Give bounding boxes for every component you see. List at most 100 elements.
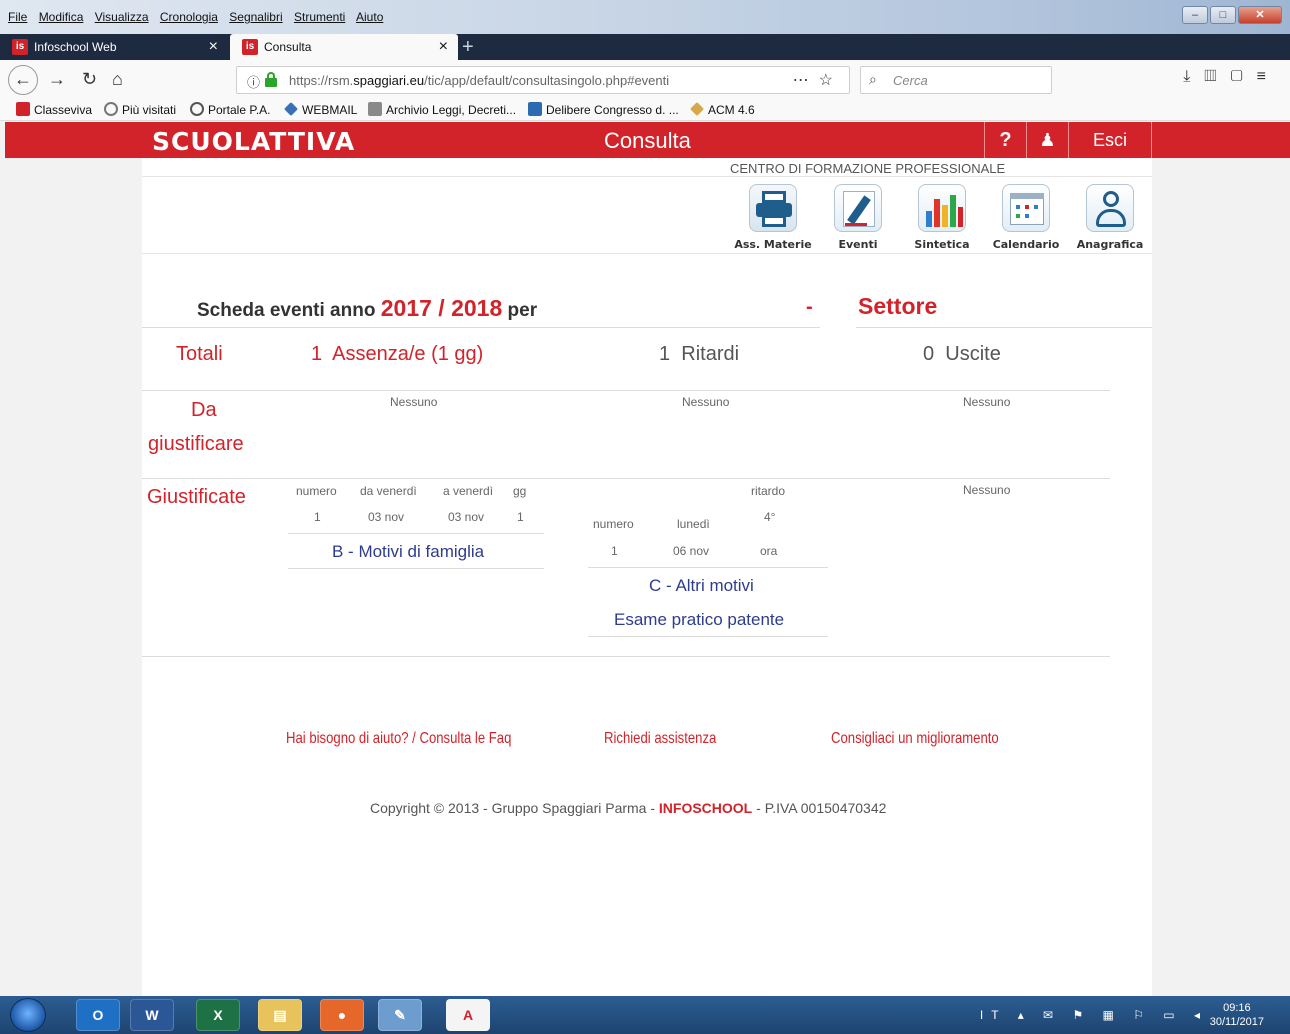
assistenza-link[interactable]: Richiedi assistenza: [604, 730, 716, 748]
archive-icon: [368, 102, 382, 116]
divider: [588, 636, 828, 637]
clock[interactable]: 09:16 30/11/2017: [1210, 1001, 1264, 1029]
anagrafica-button[interactable]: Anagrafica: [1070, 184, 1150, 251]
tab-infoschool[interactable]: is Infoschool Web ×: [0, 34, 228, 60]
bookmark-piu-visitati[interactable]: Più visitati: [104, 102, 176, 117]
assenze-cell-a: 03 nov: [448, 510, 485, 524]
da-giustificare-uscite: Nessuno: [963, 395, 1011, 409]
divider: [142, 176, 1152, 177]
search-input[interactable]: ⌕ Cerca: [860, 66, 1052, 94]
menu-modifica[interactable]: Modifica: [39, 10, 84, 24]
infoschool-logo-icon: is: [12, 39, 28, 55]
tab-close-icon[interactable]: ×: [209, 38, 218, 56]
user-icon[interactable]: ♟: [1026, 122, 1068, 158]
tab-consulta[interactable]: is Consulta ×: [230, 34, 458, 60]
menu-segnalibri[interactable]: Segnalibri: [229, 10, 282, 24]
delibere-icon: [528, 102, 542, 116]
home-icon[interactable]: ⌂: [112, 69, 123, 90]
ritardi-header-ora-num: 4°: [764, 510, 776, 524]
bookmark-archivio-leggi[interactable]: Archivio Leggi, Decreti...: [368, 102, 516, 117]
assenze-header-gg: gg: [513, 484, 527, 498]
pen-icon: [834, 184, 882, 232]
tab-label: Consulta: [264, 40, 312, 54]
menu-strumenti[interactable]: Strumenti: [294, 10, 345, 24]
help-button[interactable]: ?: [984, 122, 1026, 158]
outlook-icon[interactable]: O: [76, 999, 120, 1031]
menu-list: File Modifica Visualizza Cronologia Segn…: [8, 10, 391, 24]
assenze-motivo: B - Motivi di famiglia: [332, 542, 485, 561]
bookmark-delibere[interactable]: Delibere Congresso d. ...: [528, 102, 679, 117]
divider: [142, 390, 1110, 391]
back-arrow-icon[interactable]: ←: [8, 65, 38, 95]
bookmark-classeviva[interactable]: Classeviva: [16, 102, 92, 117]
reload-icon[interactable]: ↻: [82, 69, 97, 90]
calendar-icon: [1002, 184, 1050, 232]
eventi-button[interactable]: Eventi: [818, 184, 898, 251]
divider: [142, 253, 1152, 254]
exit-button[interactable]: Esci: [1068, 122, 1152, 158]
start-button[interactable]: [10, 998, 46, 1032]
folder-icon[interactable]: ▤: [258, 999, 302, 1031]
eventi-label: Eventi: [838, 238, 878, 251]
word-icon[interactable]: W: [130, 999, 174, 1031]
school-year: 2017 / 2018: [380, 295, 503, 321]
page-actions-icon[interactable]: ⋯☆: [793, 70, 843, 90]
ritardi-cell-ora: ora: [760, 544, 778, 558]
navigation-bar: ← → ↻ ⌂ ⓘ https://rsm.spaggiari.eu/tic/a…: [0, 60, 1290, 98]
tab-strip: is Infoschool Web × is Consulta × +: [0, 34, 1290, 60]
divider: [588, 567, 828, 568]
miglioramento-link[interactable]: Consigliaci un miglioramento: [831, 730, 999, 748]
faq-link[interactable]: Hai bisogno di aiuto? / Consulta le Faq: [286, 730, 511, 748]
acrobat-icon[interactable]: A: [446, 999, 490, 1031]
excel-icon[interactable]: X: [196, 999, 240, 1031]
person-icon: [1086, 184, 1134, 232]
assenze-cell-numero: 1: [314, 510, 321, 524]
sintetica-button[interactable]: Sintetica: [902, 184, 982, 251]
minimize-button[interactable]: –: [1182, 6, 1208, 24]
totali-label: Totali: [176, 343, 223, 365]
calendario-button[interactable]: Calendario: [986, 184, 1066, 251]
divider: [142, 656, 1110, 657]
maximize-button[interactable]: □: [1210, 6, 1236, 24]
menu-visualizza[interactable]: Visualizza: [95, 10, 149, 24]
ritardi-total: 1 Ritardi: [659, 343, 740, 365]
language-indicator[interactable]: IT: [980, 1008, 1006, 1022]
ritardi-cell-numero: 1: [611, 544, 618, 558]
ritardi-header-numero: numero: [593, 517, 634, 531]
tab-close-icon[interactable]: ×: [439, 38, 448, 56]
tab-label: Infoschool Web: [34, 40, 117, 54]
firefox-icon[interactable]: ●: [320, 999, 364, 1031]
bookmarks-bar: Classeviva Più visitati Portale P.A. WEB…: [0, 98, 1290, 121]
address-bar[interactable]: ⓘ https://rsm.spaggiari.eu/tic/app/defau…: [236, 66, 850, 94]
url-text[interactable]: https://rsm.spaggiari.eu/tic/app/default…: [289, 73, 669, 88]
toolbar-icons[interactable]: ⤓▥▢≡: [1183, 68, 1280, 86]
search-icon: ⌕: [869, 71, 877, 87]
calendario-label: Calendario: [992, 238, 1060, 251]
new-tab-button[interactable]: +: [462, 36, 474, 59]
info-icon[interactable]: ⓘ: [247, 72, 260, 91]
close-window-button[interactable]: ✕: [1238, 6, 1282, 24]
divider: [142, 327, 820, 328]
paint-icon[interactable]: ✎: [378, 999, 422, 1031]
printer-icon: [749, 184, 797, 232]
scheda-title: Scheda eventi anno 2017 / 2018 per: [197, 295, 538, 321]
assenze-cell-da: 03 nov: [368, 510, 405, 524]
divider: [142, 478, 1110, 479]
forward-arrow-icon[interactable]: →: [48, 69, 66, 90]
assenze-header-da: da venerdì: [360, 484, 417, 498]
webmail-icon: [284, 102, 298, 116]
ritardi-motivo: C - Altri motivi: [649, 576, 754, 595]
sintetica-label: Sintetica: [914, 238, 970, 251]
divider: [288, 533, 544, 534]
ass-materie-button[interactable]: Ass. Materie: [733, 184, 813, 251]
lock-icon: [265, 72, 277, 87]
menu-cronologia[interactable]: Cronologia: [160, 10, 218, 24]
da-giustificare-label-1: Da: [191, 399, 217, 421]
menu-aiuto[interactable]: Aiuto: [356, 10, 383, 24]
brand-logo[interactable]: SCUOLATTIVA: [152, 127, 355, 156]
infoschool-logo-icon: is: [242, 39, 258, 55]
bookmark-acm[interactable]: ACM 4.6: [690, 102, 755, 117]
bookmark-webmail[interactable]: WEBMAIL: [284, 102, 357, 117]
bookmark-portale-pa[interactable]: Portale P.A.: [190, 102, 270, 117]
menu-file[interactable]: File: [8, 10, 27, 24]
